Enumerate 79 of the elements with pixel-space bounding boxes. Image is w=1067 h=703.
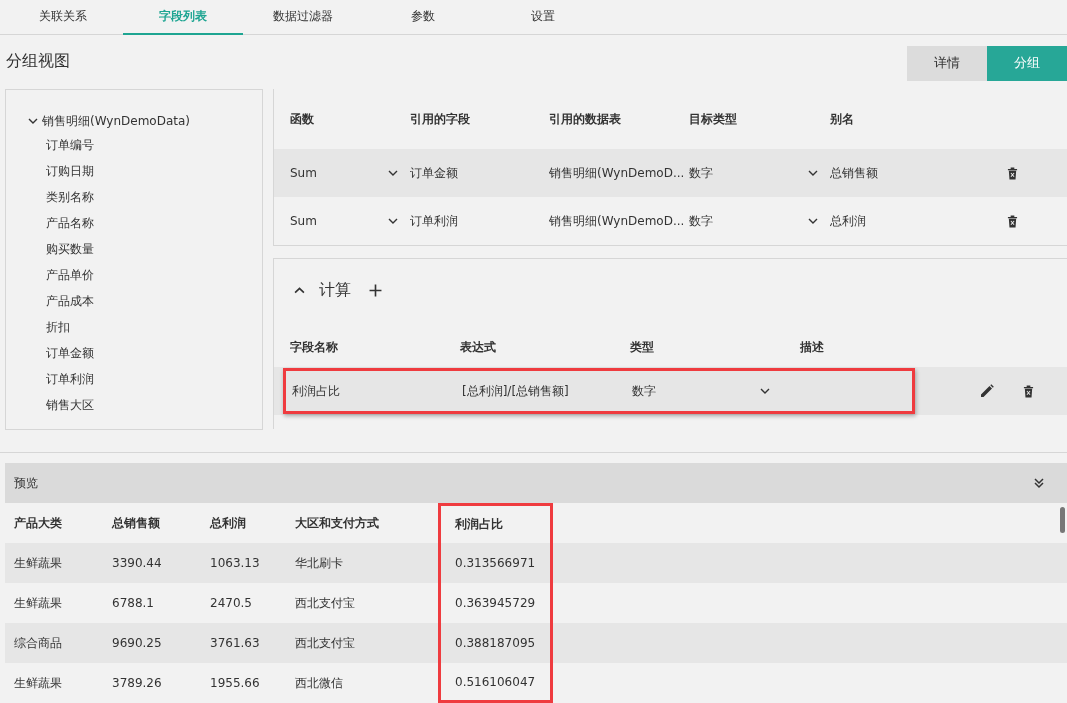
table-cell-text: 订单金额	[410, 164, 459, 182]
type-value[interactable]: 数字	[689, 164, 713, 182]
chevron-down-icon[interactable]	[28, 116, 38, 126]
tab[interactable]: 数据过滤器	[243, 0, 363, 35]
tree-root-label[interactable]: 销售明细(WynDemoData)	[42, 112, 191, 130]
chevron-down-icon[interactable]	[388, 168, 398, 178]
table-cell-text: 3390.44	[111, 555, 163, 572]
column-header: 总销售额	[110, 514, 161, 532]
tree-item[interactable]: 订单编号	[6, 132, 262, 158]
table-cell-text: 3761.63	[209, 635, 261, 652]
view-title: 分组视图	[6, 51, 70, 73]
tab[interactable]: 参数	[363, 0, 483, 35]
table-cell-text: 综合商品	[13, 634, 63, 652]
table-cell-text: 华北刷卡	[294, 554, 344, 572]
double-chevron-down-icon[interactable]	[1033, 477, 1045, 489]
table-cell-text: 3789.26	[111, 675, 163, 692]
type-value[interactable]: 数字	[689, 212, 713, 230]
delete-icon[interactable]	[1023, 384, 1034, 398]
column-header: 引用的数据表	[549, 110, 622, 128]
tree-item[interactable]: 购买数量	[6, 236, 262, 262]
tree-item[interactable]: 订单金额	[6, 340, 262, 366]
delete-icon[interactable]	[1007, 214, 1018, 228]
table-cell-text: 销售明细(WynDemoD...	[549, 212, 686, 230]
table-cell-text: 销售明细(WynDemoD...	[549, 164, 686, 182]
section-title: 计算	[319, 279, 351, 301]
scrollbar-thumb[interactable]	[1060, 507, 1065, 533]
tab[interactable]: 设置	[483, 0, 603, 35]
preview-title: 预览	[14, 474, 38, 492]
column-header: 产品大类	[13, 514, 63, 532]
add-icon[interactable]	[369, 283, 382, 297]
table-cell-text: 6788.1	[111, 595, 155, 612]
function-value[interactable]: Sum	[290, 166, 317, 180]
column-header: 字段名称	[290, 338, 339, 356]
tab[interactable]: 关联关系	[3, 0, 123, 35]
tree-item[interactable]: 产品成本	[6, 288, 262, 314]
table-cell: 0.516106047	[438, 663, 553, 703]
table-cell-text: 生鲜蔬果	[13, 554, 63, 572]
table-cell-text: [总利润]/[总销售额]	[462, 382, 570, 400]
table-cell-text: 西北支付宝	[294, 594, 356, 612]
table-cell-text: 生鲜蔬果	[13, 674, 63, 692]
column-header: 大区和支付方式	[294, 514, 380, 532]
column-header: 别名	[830, 110, 855, 128]
chevron-up-icon[interactable]	[294, 284, 305, 296]
table-cell-text: 订单利润	[410, 212, 459, 230]
alias-value: 总销售额	[830, 164, 879, 182]
tree-item[interactable]: 折扣	[6, 314, 262, 340]
column-header: 总利润	[208, 514, 247, 532]
chevron-down-icon[interactable]	[388, 216, 398, 226]
tree-item[interactable]: 订单利润	[6, 366, 262, 392]
column-header: 描述	[800, 338, 825, 356]
table-cell: 0.313566971	[438, 543, 553, 583]
type-value[interactable]: 数字	[632, 382, 656, 400]
chevron-down-icon[interactable]	[760, 386, 770, 396]
table-cell-text: 1063.13	[209, 555, 261, 572]
tree-item[interactable]: 订购日期	[6, 158, 262, 184]
column-header: 函数	[290, 110, 315, 128]
table-cell-text: 西北支付宝	[294, 634, 356, 652]
view-toggle-button[interactable]: 详情	[907, 45, 987, 81]
column-header: 表达式	[460, 338, 497, 356]
column-header: 类型	[630, 338, 655, 356]
column-header: 引用的字段	[410, 110, 471, 128]
table-cell-text: 西北微信	[294, 674, 344, 692]
delete-icon[interactable]	[1007, 166, 1018, 180]
table-cell-text: 9690.25	[111, 635, 163, 652]
alias-value: 总利润	[830, 212, 867, 230]
chevron-down-icon[interactable]	[808, 168, 818, 178]
tree-item[interactable]: 产品单价	[6, 262, 262, 288]
table-cell: 0.388187095	[438, 623, 553, 663]
function-value[interactable]: Sum	[290, 214, 317, 228]
tree-item[interactable]: 产品名称	[6, 210, 262, 236]
table-cell-text: 2470.5	[209, 595, 253, 612]
chevron-down-icon[interactable]	[808, 216, 818, 226]
edit-icon[interactable]	[980, 384, 994, 398]
tree-item[interactable]: 销售大区	[6, 392, 262, 418]
tree-item[interactable]: 类别名称	[6, 184, 262, 210]
column-header: 目标类型	[689, 110, 738, 128]
table-cell-text: 利润占比	[292, 382, 341, 400]
table-cell-text: 生鲜蔬果	[13, 594, 63, 612]
table-cell-text: 1955.66	[209, 675, 261, 692]
